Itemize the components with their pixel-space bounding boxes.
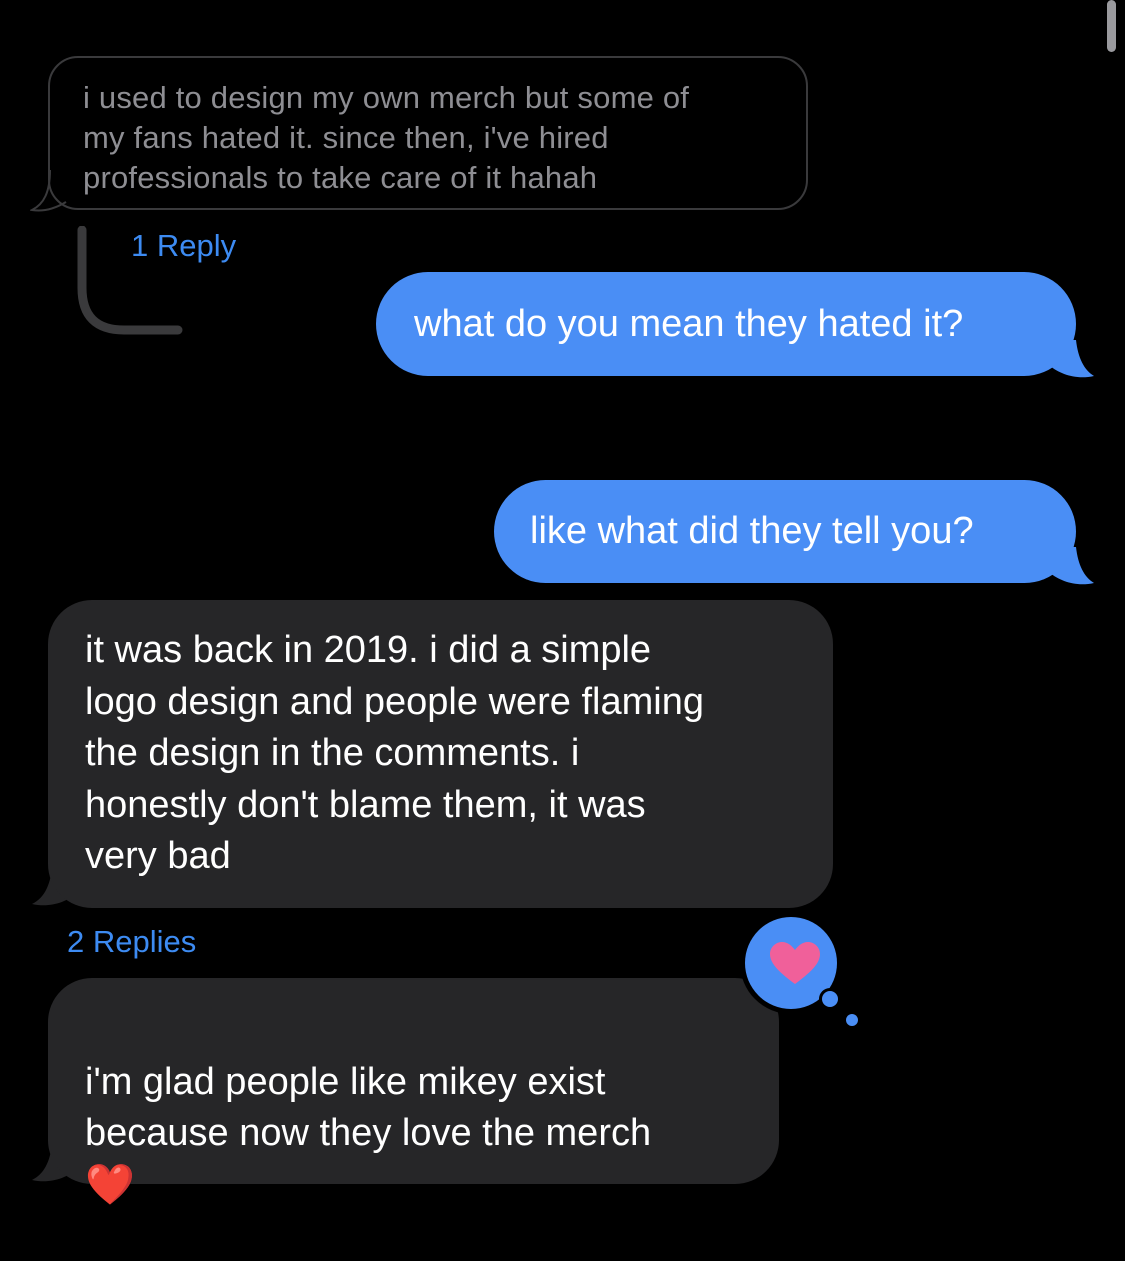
outgoing-message-bubble[interactable]: like what did they tell you? [494,480,1076,583]
outgoing-message-bubble[interactable]: what do you mean they hated it? [376,272,1076,376]
quoted-message-bubble[interactable]: i used to design my own merch but some o… [48,56,808,210]
heart-icon [740,912,860,1028]
thread-replies-link[interactable]: 1 Reply [131,228,236,264]
incoming-message-bubble[interactable]: it was back in 2019. i did a simple logo… [48,600,833,908]
red-heart-emoji: ❤️ [85,1162,135,1207]
message-text: i'm glad people like mikey exist because… [85,1060,652,1155]
thread-replies-link[interactable]: 2 Replies [67,924,196,960]
incoming-message-bubble[interactable]: i'm glad people like mikey exist because… [48,978,779,1207]
scrollbar[interactable] [1107,0,1116,52]
heart-reaction-badge[interactable] [740,912,865,1032]
